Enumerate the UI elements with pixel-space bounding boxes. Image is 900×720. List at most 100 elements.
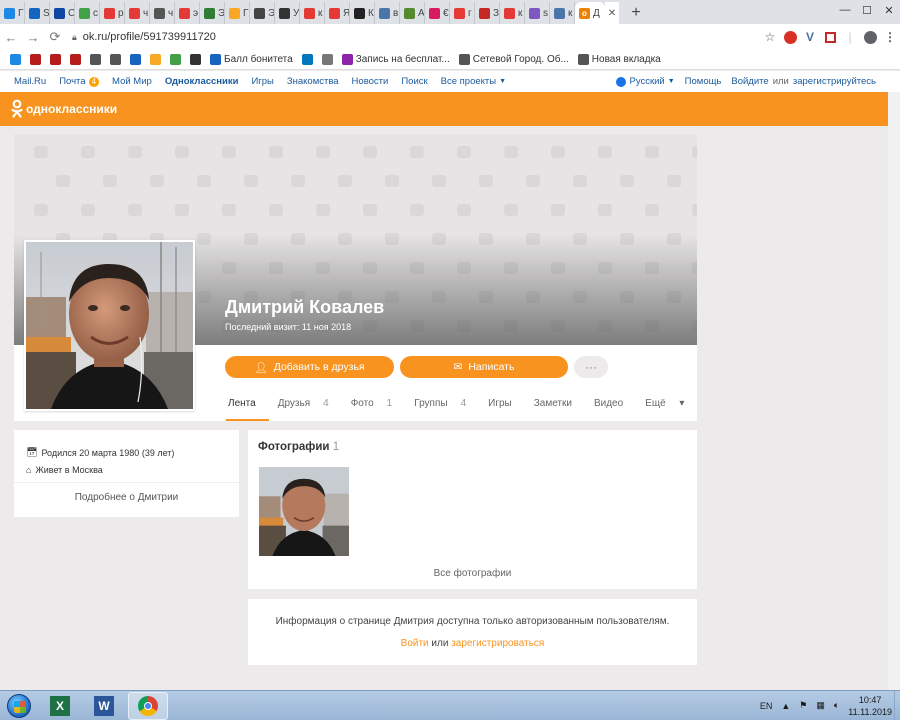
profile-tab[interactable]: Фото 1 — [351, 398, 404, 409]
browser-tab[interactable]: У — [275, 2, 300, 24]
account-icon[interactable] — [860, 27, 880, 47]
profile-tab[interactable]: Заметки — [534, 398, 583, 409]
language-indicator[interactable]: EN — [760, 701, 773, 711]
link-all-projects[interactable]: Все проекты ▼ — [441, 76, 506, 87]
close-window-icon[interactable]: ✕ — [878, 0, 900, 20]
address-bar[interactable]: 🔒︎ ok.ru/profile/591739911720 — [66, 27, 760, 47]
minimize-icon[interactable]: — — [834, 0, 856, 20]
photo-thumbnail[interactable] — [259, 467, 349, 556]
volume-icon[interactable]: 🔈︎ — [834, 700, 839, 711]
login-link[interactable]: Войти — [401, 638, 429, 649]
close-icon[interactable]: ✕ — [605, 2, 619, 24]
browser-tab[interactable]: г — [450, 2, 475, 24]
bookmark-item[interactable] — [298, 52, 317, 68]
more-about-link[interactable]: Подробнее о Дмитрии — [14, 492, 239, 503]
browser-tab[interactable]: А — [400, 2, 425, 24]
extension-red-icon[interactable] — [780, 27, 800, 47]
more-actions-button[interactable]: ··· — [574, 356, 608, 378]
register-link[interactable]: зарегистрироваться — [451, 638, 544, 649]
taskbar-excel[interactable]: X — [40, 692, 80, 720]
profile-tab[interactable]: Ещё ▾ — [645, 398, 695, 409]
forward-icon[interactable]: → — [22, 26, 44, 48]
scrollbar[interactable] — [888, 92, 900, 690]
menu-icon[interactable]: ⋮ — [880, 27, 900, 47]
browser-tab[interactable]: К — [350, 2, 375, 24]
new-tab-button[interactable]: + — [625, 2, 647, 24]
browser-tab[interactable]: s — [525, 2, 550, 24]
avatar[interactable] — [24, 240, 195, 411]
tab-active[interactable]: о Д — [575, 2, 605, 24]
browser-tab[interactable]: С — [50, 2, 75, 24]
flag-icon[interactable]: ⚑ — [799, 700, 807, 711]
back-icon[interactable]: ← — [0, 26, 22, 48]
bookmark-item[interactable] — [166, 52, 185, 68]
link-mailru[interactable]: Mail.Ru — [14, 76, 46, 87]
chevron-down-icon: ▼ — [499, 78, 507, 85]
browser-tab[interactable]: ч — [125, 2, 150, 24]
browser-tab[interactable]: э — [175, 2, 200, 24]
link-search[interactable]: Поиск — [401, 76, 427, 87]
browser-tab[interactable]: S — [25, 2, 50, 24]
browser-tab[interactable]: Г — [0, 2, 25, 24]
bookmark-item[interactable] — [318, 52, 337, 68]
extension-v-icon[interactable]: V — [800, 27, 820, 47]
profile-tab[interactable]: Игры — [488, 398, 523, 409]
browser-tab[interactable]: ч — [150, 2, 175, 24]
star-icon[interactable]: ☆ — [760, 27, 780, 47]
profile-tab[interactable]: Группы 4 — [414, 398, 477, 409]
link-register[interactable]: зарегистрируйтесь — [793, 76, 876, 87]
clock[interactable]: 10:47 11.11.2019 — [848, 694, 892, 718]
link-help[interactable]: Помощь — [685, 76, 722, 87]
browser-tab[interactable]: р — [100, 2, 125, 24]
language-select[interactable]: Русский ▼ — [616, 76, 675, 87]
browser-tab[interactable]: Г — [225, 2, 250, 24]
browser-tab[interactable]: к — [550, 2, 575, 24]
profile-tab[interactable]: Видео — [594, 398, 634, 409]
taskbar-word[interactable]: W — [84, 692, 124, 720]
link-odnoklassniki[interactable]: Одноклассники — [165, 76, 239, 87]
bookmark-item[interactable] — [46, 52, 65, 68]
bookmark-item[interactable]: Балл бонитета — [206, 52, 297, 68]
reload-icon[interactable]: ⟳ — [44, 26, 66, 48]
link-news[interactable]: Новости — [352, 76, 389, 87]
bookmark-item[interactable] — [146, 52, 165, 68]
browser-tab[interactable]: Э — [200, 2, 225, 24]
show-desktop-button[interactable] — [894, 691, 900, 720]
browser-tab[interactable]: € — [425, 2, 450, 24]
photos-title[interactable]: Фотографии 1 — [258, 441, 339, 453]
bookmark-item[interactable]: Новая вкладка — [574, 52, 665, 68]
profile-tab[interactable]: Друзья 4 — [278, 398, 340, 409]
link-mail[interactable]: Почта 4 — [59, 76, 100, 87]
browser-tab[interactable]: в — [375, 2, 400, 24]
show-hidden-icons[interactable]: ▲ — [781, 701, 790, 711]
add-friend-button[interactable]: 👤︎ Добавить в друзья — [225, 356, 394, 378]
browser-tab[interactable]: к — [300, 2, 325, 24]
extension-box-icon[interactable] — [820, 27, 840, 47]
bookmark-item[interactable] — [186, 52, 205, 68]
taskbar-chrome[interactable] — [128, 691, 168, 720]
bookmark-item[interactable] — [66, 52, 85, 68]
write-message-button[interactable]: ✉ Написать — [400, 356, 568, 378]
bookmark-item[interactable]: Сетевой Город. Об... — [455, 52, 573, 68]
link-games[interactable]: Игры — [251, 76, 273, 87]
all-photos-link[interactable]: Все фотографии — [248, 568, 697, 579]
start-button[interactable] — [2, 691, 36, 720]
network-icon[interactable]: ▦ — [816, 700, 825, 711]
browser-tab[interactable]: Я — [325, 2, 350, 24]
browser-tab[interactable]: З — [475, 2, 500, 24]
bookmark-item[interactable] — [126, 52, 145, 68]
browser-tab[interactable]: с — [75, 2, 100, 24]
bookmark-item[interactable] — [26, 52, 45, 68]
link-myworld[interactable]: Мой Мир — [112, 76, 152, 87]
profile-tab[interactable]: Лента — [226, 398, 269, 421]
link-dating[interactable]: Знакомства — [287, 76, 339, 87]
link-login[interactable]: Войдите — [731, 76, 768, 87]
bookmark-item[interactable] — [106, 52, 125, 68]
maximize-icon[interactable]: ☐ — [856, 0, 878, 20]
browser-tab[interactable]: к — [500, 2, 525, 24]
bookmark-item[interactable] — [86, 52, 105, 68]
bookmark-item[interactable] — [6, 52, 25, 68]
bookmark-item[interactable]: Запись на бесплат... — [338, 52, 454, 68]
browser-tab[interactable]: Э — [250, 2, 275, 24]
ok-logo[interactable]: одноклассники — [11, 99, 117, 119]
